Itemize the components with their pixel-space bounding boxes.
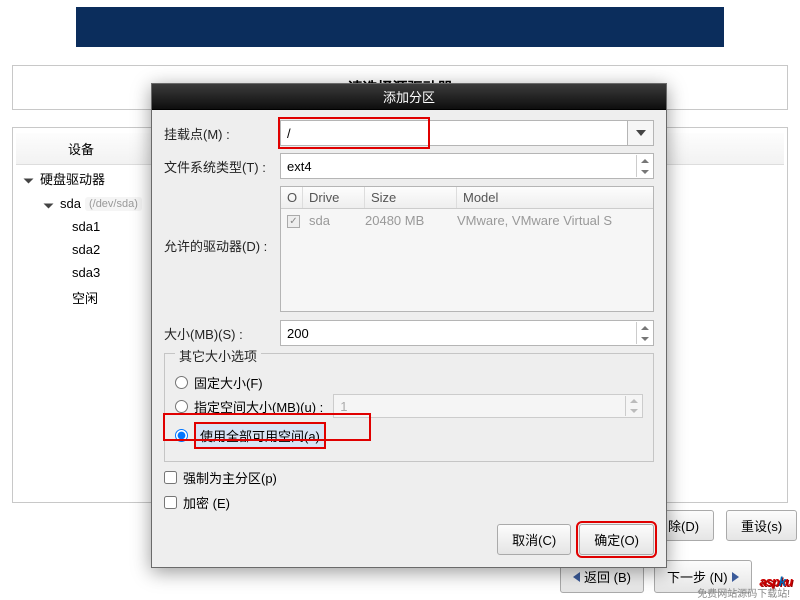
radio-fixed-size[interactable]: 固定大小(F) xyxy=(175,373,643,392)
drive-checkbox xyxy=(287,215,300,228)
arrow-right-icon xyxy=(732,572,739,582)
encrypt-row[interactable]: 加密 (E) xyxy=(164,493,654,512)
encrypt-label: 加密 (E) xyxy=(183,493,230,512)
radio-fixed-label: 固定大小(F) xyxy=(194,373,263,392)
allowed-drives-row: 允许的驱动器(D) : O Drive Size Model sda 20480… xyxy=(164,186,654,312)
mount-point-input[interactable] xyxy=(280,120,628,146)
radio-upto-input[interactable] xyxy=(175,400,188,413)
mount-point-dropdown[interactable] xyxy=(628,120,654,146)
col-model: Model xyxy=(457,187,653,208)
dialog-title: 添加分区 xyxy=(152,84,666,110)
tree-label: sda1 xyxy=(72,219,100,234)
size-row: 大小(MB)(S) : 200 xyxy=(164,320,654,346)
col-drive: Drive xyxy=(303,187,365,208)
force-primary-row[interactable]: 强制为主分区(p) xyxy=(164,468,654,487)
radio-all-input[interactable] xyxy=(175,429,188,442)
force-primary-checkbox[interactable] xyxy=(164,471,177,484)
ok-button[interactable]: 确定(O) xyxy=(579,524,654,555)
chevron-down-icon xyxy=(636,130,646,136)
filesystem-type-row: 文件系统类型(T) : ext4 xyxy=(164,153,654,179)
drive-table-row[interactable]: sda 20480 MB VMware, VMware Virtual S xyxy=(281,209,653,231)
top-header-bar xyxy=(76,7,724,47)
drive-table-header: O Drive Size Model xyxy=(281,187,653,209)
drive-name: sda xyxy=(303,213,365,228)
mount-point-label: 挂载点(M) : xyxy=(164,124,280,143)
size-value: 200 xyxy=(287,326,309,341)
mount-point-row: 挂载点(M) : xyxy=(164,120,654,146)
radio-up-to-size[interactable]: 指定空间大小(MB)(u) : 1 xyxy=(175,394,643,418)
watermark-subtitle: 免费网站源码下载站! xyxy=(697,585,790,600)
upto-size-input: 1 xyxy=(333,394,643,418)
tree-label: 空闲 xyxy=(72,288,98,307)
next-label: 下一步 (N) xyxy=(667,567,728,586)
drive-model: VMware, VMware Virtual S xyxy=(457,213,647,228)
radio-all-label: 使用全部可用空间(a) xyxy=(194,422,326,449)
tree-label: sda3 xyxy=(72,265,100,280)
col-check: O xyxy=(281,187,303,208)
other-size-fieldset: 其它大小选项 固定大小(F) 指定空间大小(MB)(u) : 1 使用全部可 xyxy=(164,353,654,462)
tree-label: sda2 xyxy=(72,242,100,257)
size-label: 大小(MB)(S) : xyxy=(164,324,280,343)
drive-size: 20480 MB xyxy=(365,213,457,228)
filesystem-label: 文件系统类型(T) : xyxy=(164,157,280,176)
expand-icon[interactable] xyxy=(26,174,36,184)
expand-icon[interactable] xyxy=(46,199,56,209)
other-size-legend: 其它大小选项 xyxy=(175,346,261,365)
dialog-button-row: 取消(C) 确定(O) xyxy=(164,524,654,555)
size-input[interactable]: 200 xyxy=(280,320,654,346)
disk-path-badge: (/dev/sda) xyxy=(85,197,142,211)
allowed-drives-label: 允许的驱动器(D) : xyxy=(164,186,280,255)
force-primary-label: 强制为主分区(p) xyxy=(183,468,277,487)
tree-label-root: 硬盘驱动器 xyxy=(40,169,105,188)
radio-all-space[interactable]: 使用全部可用空间(a) xyxy=(175,422,643,449)
filesystem-value: ext4 xyxy=(287,159,312,174)
arrow-left-icon xyxy=(573,572,580,582)
reset-button[interactable]: 重设(s) xyxy=(726,510,797,541)
cancel-button[interactable]: 取消(C) xyxy=(497,524,571,555)
col-size: Size xyxy=(365,187,457,208)
encrypt-checkbox[interactable] xyxy=(164,496,177,509)
add-partition-dialog: 添加分区 挂载点(M) : 文件系统类型(T) : ext4 允许的驱动器(D)… xyxy=(151,83,667,568)
filesystem-select[interactable]: ext4 xyxy=(280,153,654,179)
radio-upto-label: 指定空间大小(MB)(u) : xyxy=(194,397,323,416)
back-label: 返回 (B) xyxy=(584,567,631,586)
tree-label-disk: sda xyxy=(60,196,81,211)
radio-fixed-input[interactable] xyxy=(175,376,188,389)
allowed-drives-table: O Drive Size Model sda 20480 MB VMware, … xyxy=(280,186,654,312)
